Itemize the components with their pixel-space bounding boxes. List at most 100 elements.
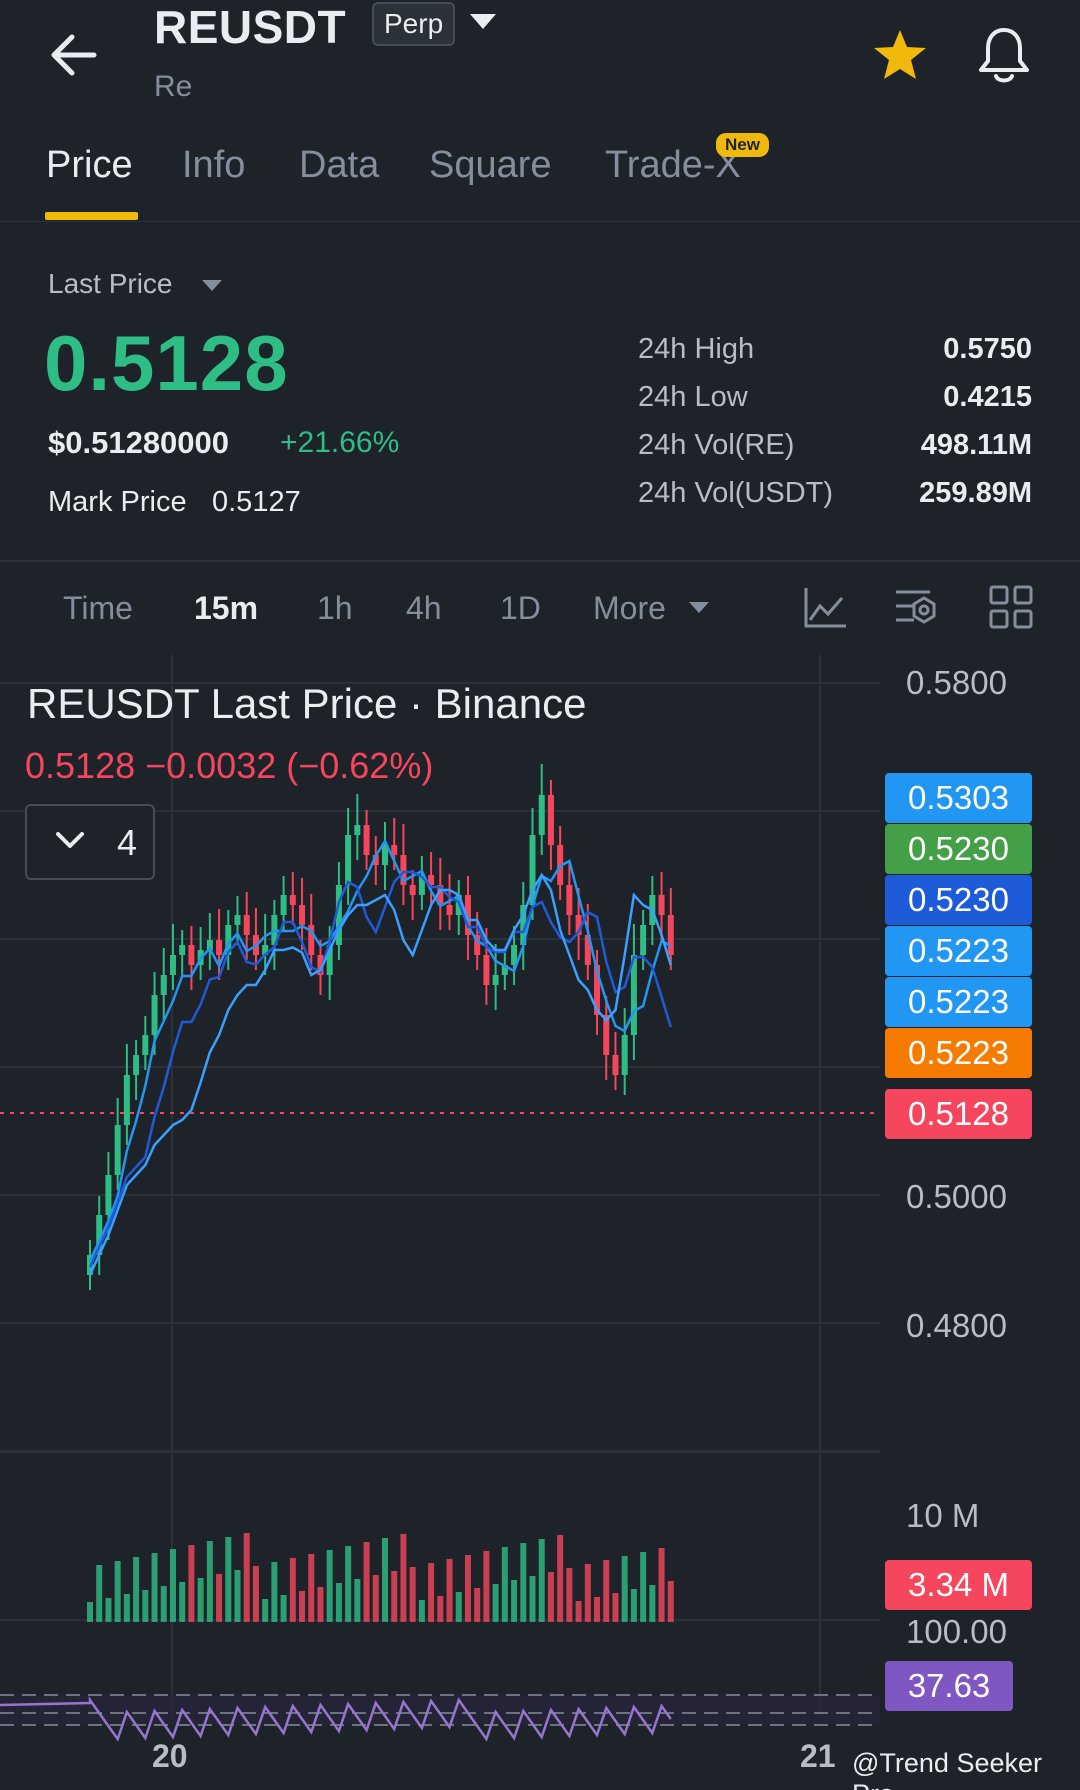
volume-bar xyxy=(658,1548,665,1622)
back-arrow-icon[interactable] xyxy=(46,30,106,80)
volume-bar xyxy=(289,1558,296,1622)
base-asset-name: Re xyxy=(154,70,193,103)
candle-body xyxy=(280,895,287,915)
contract-type-badge: Perp xyxy=(372,2,456,46)
volume-bar xyxy=(511,1580,518,1622)
candle-body xyxy=(160,975,167,995)
candle-body xyxy=(179,945,186,955)
volume-bar xyxy=(197,1578,204,1622)
candle-body xyxy=(538,795,545,835)
volume-bar xyxy=(575,1601,582,1622)
volume-bar xyxy=(225,1537,232,1622)
active-tab-indicator xyxy=(45,212,138,220)
volume-bar xyxy=(418,1600,425,1622)
mark-price-label: Mark Price xyxy=(48,486,187,518)
chart-title: REUSDT Last Price · Binance xyxy=(27,680,587,727)
candle-body xyxy=(289,895,296,905)
last-price-tag: 0.5128 xyxy=(885,1089,1032,1139)
candle-body xyxy=(621,1035,628,1075)
volume-bar xyxy=(382,1538,388,1622)
volume-bar xyxy=(400,1534,407,1622)
stat-label-24h-low: 24h Low xyxy=(638,381,748,413)
bell-icon[interactable] xyxy=(976,26,1032,84)
interval-time[interactable]: Time xyxy=(63,590,133,627)
volume-bar xyxy=(437,1596,444,1622)
symbol-dropdown-icon[interactable] xyxy=(470,14,496,29)
volume-bar xyxy=(557,1535,564,1622)
candle-body xyxy=(547,795,554,845)
candle-body xyxy=(658,895,665,915)
volume-bar xyxy=(584,1564,591,1622)
stat-label-24h-vol-quote: 24h Vol(USDT) xyxy=(638,477,834,509)
candle-body xyxy=(345,835,352,885)
candle-body xyxy=(105,1175,112,1215)
candle-body xyxy=(151,995,158,1035)
stat-value-24h-vol-quote: 259.89M xyxy=(919,477,1032,509)
more-dropdown-icon[interactable] xyxy=(689,602,709,613)
volume-bar xyxy=(594,1597,601,1622)
interval-4h[interactable]: 4h xyxy=(406,590,442,627)
volume-bar xyxy=(363,1542,370,1622)
favorite-star-icon[interactable] xyxy=(872,28,928,82)
indicator-chart-icon[interactable] xyxy=(802,584,848,630)
price-axis-label: 0.4800 xyxy=(906,1307,1007,1344)
volume-bar xyxy=(446,1559,453,1622)
change-percent: +21.66% xyxy=(280,426,400,459)
volume-bar xyxy=(169,1549,176,1622)
volume-bar xyxy=(492,1584,499,1622)
candle-body xyxy=(640,925,647,955)
moving-average-line xyxy=(88,870,672,1268)
candle-body xyxy=(409,885,416,895)
tab-price[interactable]: Price xyxy=(46,144,133,187)
candle-body xyxy=(446,905,453,915)
moving-average-line xyxy=(88,838,672,1262)
tab-info[interactable]: Info xyxy=(182,144,245,187)
candle-body xyxy=(566,885,573,915)
candle-body xyxy=(483,955,490,985)
interval-1d[interactable]: 1D xyxy=(500,590,541,627)
interval-1h[interactable]: 1h xyxy=(317,590,353,627)
volume-bar xyxy=(308,1554,315,1622)
volume-bar xyxy=(87,1602,93,1622)
ma-price-tag: 0.5230 xyxy=(885,875,1032,925)
stat-label-24h-high: 24h High xyxy=(638,333,755,365)
last-price-selector[interactable]: Last Price xyxy=(48,268,173,300)
interval-more[interactable]: More xyxy=(593,590,666,627)
chart-settings-icon[interactable] xyxy=(894,584,940,630)
watermark: @Trend Seeker Pro xyxy=(852,1748,1042,1790)
volume-axis-label: 10 M xyxy=(906,1497,980,1534)
volume-bar xyxy=(354,1579,361,1622)
volume-bar xyxy=(667,1581,674,1622)
volume-bar xyxy=(262,1599,269,1622)
candle-body xyxy=(114,1125,121,1175)
volume-bar xyxy=(612,1593,619,1622)
candle-body xyxy=(123,1075,130,1125)
symbol-title[interactable]: REUSDT xyxy=(154,0,346,54)
volume-bar xyxy=(206,1541,213,1622)
stat-label-24h-vol-base: 24h Vol(RE) xyxy=(638,429,795,461)
stat-value-24h-vol-base: 498.11M xyxy=(920,429,1032,461)
volume-tag: 3.34 M xyxy=(885,1560,1032,1610)
volume-bar xyxy=(96,1565,103,1622)
volume-bar xyxy=(630,1589,637,1622)
layout-grid-icon[interactable] xyxy=(988,584,1034,630)
candle-body xyxy=(354,825,361,835)
time-axis-label: 20 xyxy=(152,1738,188,1774)
moving-average-line xyxy=(88,872,672,1276)
interval-15m[interactable]: 15m xyxy=(194,590,258,627)
tab-square[interactable]: Square xyxy=(429,144,552,187)
volume-bar xyxy=(649,1585,656,1622)
volume-bar xyxy=(133,1557,140,1622)
candle-body xyxy=(492,975,499,985)
stat-value-24h-high: 0.5750 xyxy=(943,333,1032,365)
volume-bar xyxy=(188,1545,195,1622)
ma-price-tag: 0.5230 xyxy=(885,824,1032,874)
usd-price: $0.51280000 xyxy=(48,425,230,460)
chevron-down-icon[interactable] xyxy=(202,280,222,291)
ma-price-tag: 0.5303 xyxy=(885,773,1032,823)
tab-data[interactable]: Data xyxy=(299,144,379,187)
volume-bar xyxy=(142,1590,149,1622)
indicator-toggle[interactable]: 4 xyxy=(25,804,155,880)
candle-body xyxy=(234,915,241,925)
price-axis-label: 0.5000 xyxy=(906,1178,1007,1215)
